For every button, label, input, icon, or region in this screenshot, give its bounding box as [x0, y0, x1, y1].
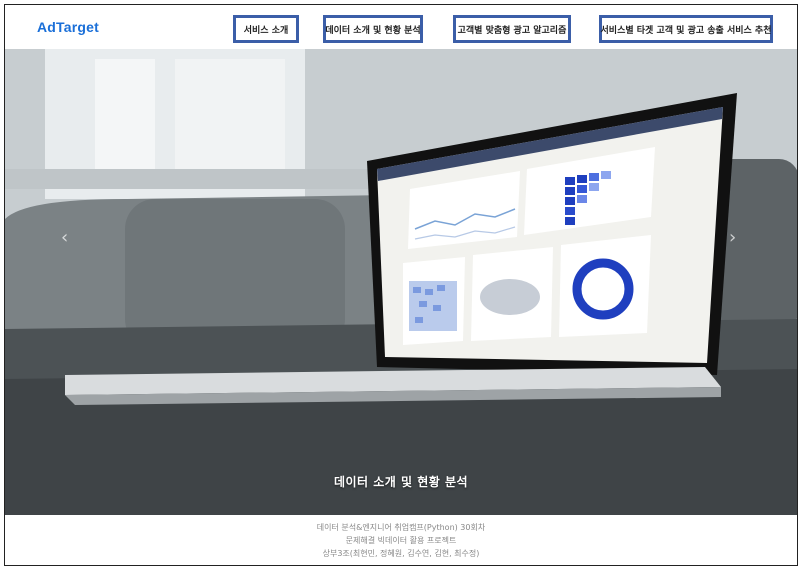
hero-caption: 데이터 소개 및 현황 분석: [333, 475, 469, 489]
brand-logo[interactable]: AdTarget: [37, 19, 99, 35]
footer-line-3: 상부3조(최현민, 정혜원, 김수연, 김현, 최수정): [322, 549, 480, 558]
page-frame: AdTarget 서비스 소개 데이터 소개 및 현황 분석 고객별 맞춤형 광…: [4, 4, 798, 566]
nav-service-intro[interactable]: 서비스 소개: [233, 15, 299, 43]
hero-carousel: ‹ › 데이터 소개 및 현황 분석: [5, 49, 797, 515]
nav-ad-algorithm[interactable]: 고객별 맞춤형 광고 알고리즘: [453, 15, 571, 43]
chevron-left-icon[interactable]: ‹: [61, 227, 68, 248]
nav-target-recommendation[interactable]: 서비스별 타겟 고객 및 광고 송출 서비스 추천: [599, 15, 773, 43]
top-navbar: AdTarget 서비스 소개 데이터 소개 및 현황 분석 고객별 맞춤형 광…: [5, 5, 797, 49]
hero-image: [5, 49, 797, 515]
footer-line-2: 문제해결 빅데이터 활용 프로젝트: [345, 536, 457, 545]
nav-data-analysis[interactable]: 데이터 소개 및 현황 분석: [323, 15, 423, 43]
chevron-right-icon[interactable]: ›: [729, 227, 736, 248]
footer-line-1: 데이터 분석&엔지니어 취업캠프(Python) 30회차: [316, 523, 486, 532]
footer: 데이터 분석&엔지니어 취업캠프(Python) 30회차 문제해결 빅데이터 …: [5, 515, 797, 565]
